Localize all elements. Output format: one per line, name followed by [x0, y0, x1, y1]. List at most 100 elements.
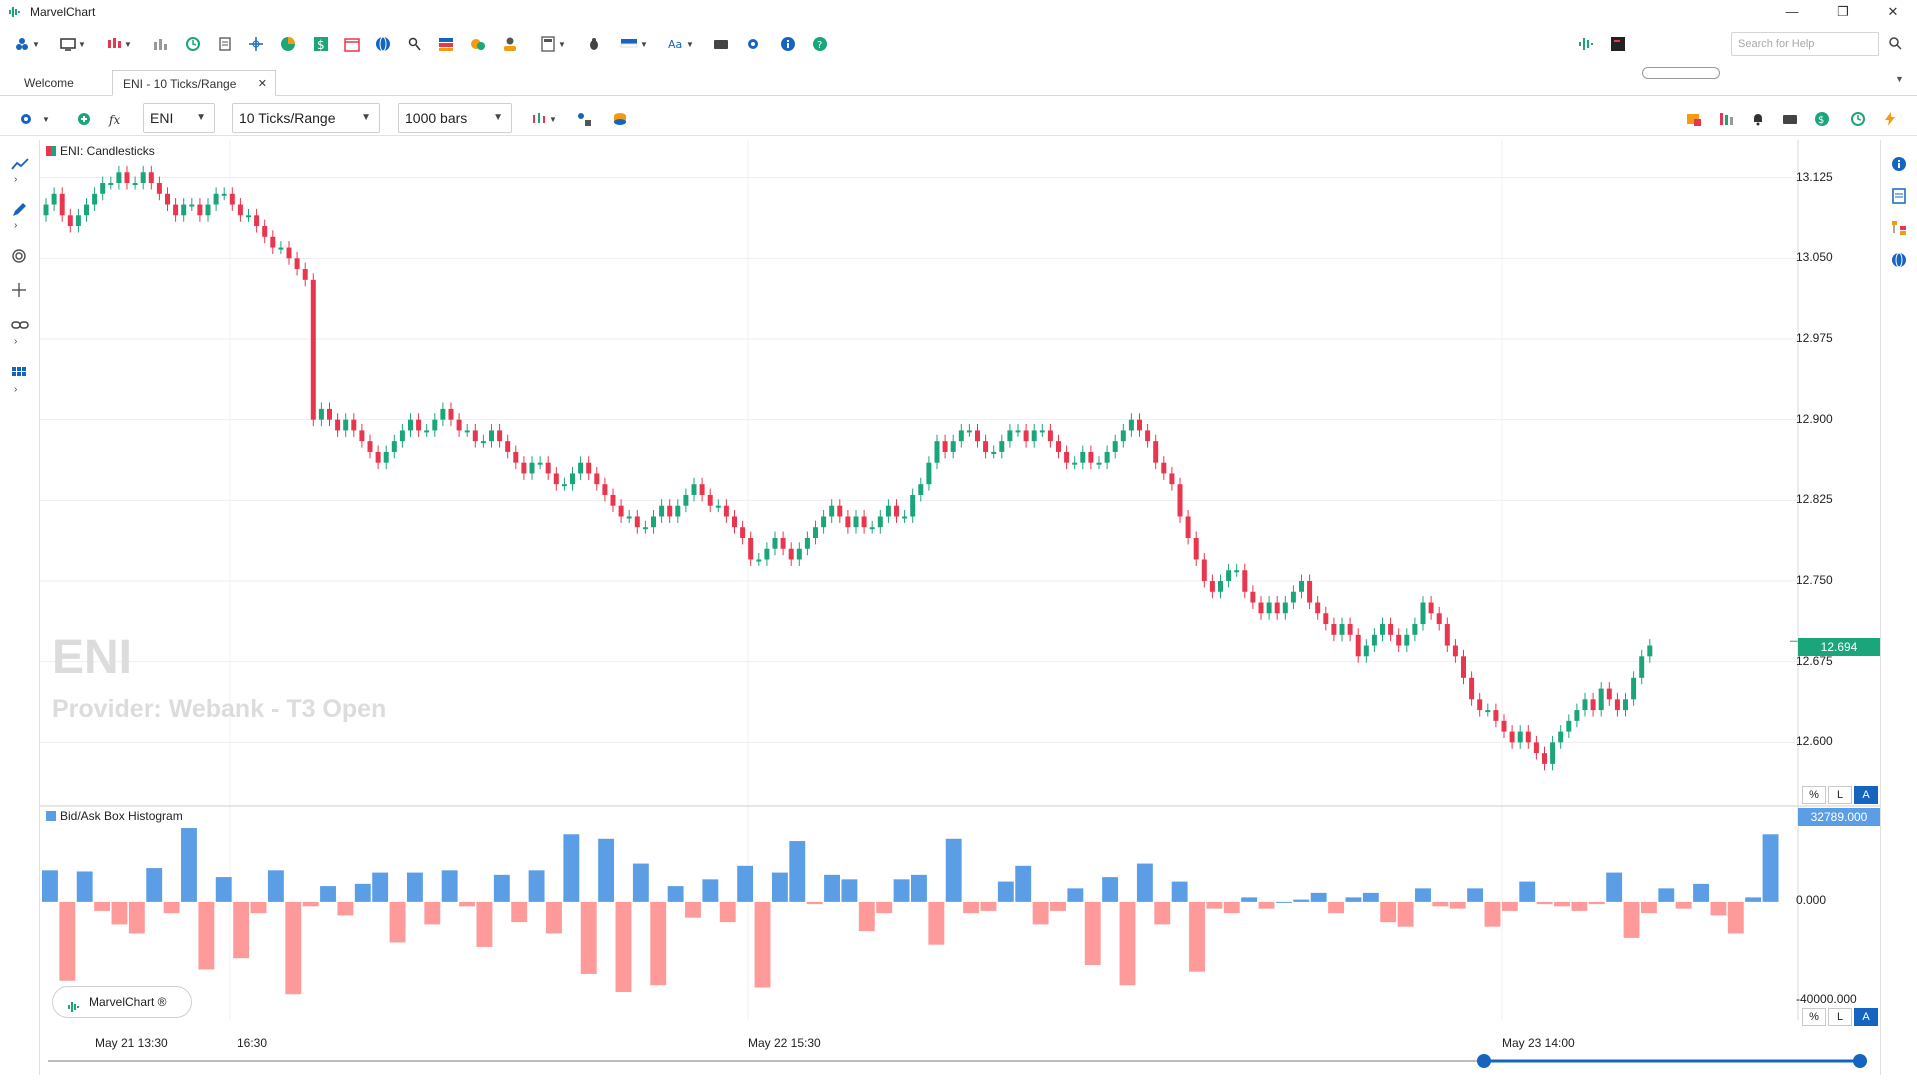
- tab-welcome[interactable]: Welcome: [14, 70, 84, 96]
- search-icon[interactable]: [1888, 36, 1902, 53]
- user-search-icon[interactable]: [406, 34, 422, 54]
- chart-canvas[interactable]: [40, 140, 1880, 1075]
- histogram-bar: [824, 874, 840, 902]
- history-icon[interactable]: [1850, 109, 1866, 129]
- candle-body: [570, 473, 575, 485]
- hist-panel-title[interactable]: Bid/Ask Box Histogram: [46, 809, 183, 823]
- info-icon[interactable]: [780, 34, 796, 54]
- candle: [497, 423, 503, 448]
- candle: [707, 488, 713, 513]
- histogram-bar: [250, 901, 267, 914]
- tab-eni-chart[interactable]: ENI - 10 Ticks/Range ✕: [112, 70, 276, 96]
- candle-body: [780, 537, 786, 549]
- price-panel-title[interactable]: ENI: Candlesticks: [46, 144, 155, 158]
- chart-area[interactable]: ENI: Candlesticks ENI Provider: Webank -…: [40, 140, 1880, 1075]
- alerts-icon[interactable]: [470, 34, 486, 54]
- histogram-bar: [1432, 901, 1449, 907]
- settings-icon[interactable]: [745, 34, 761, 54]
- calendar-icon[interactable]: [344, 34, 360, 54]
- help-icon[interactable]: ?: [812, 34, 828, 54]
- maximize-button[interactable]: ❐: [1823, 2, 1863, 22]
- lightning-icon[interactable]: [1882, 109, 1898, 129]
- pie-chart-icon[interactable]: [280, 34, 296, 54]
- document-icon[interactable]: [217, 34, 233, 54]
- link-icon[interactable]: [11, 318, 29, 335]
- svg-text:fx: fx: [108, 113, 120, 127]
- candle-body: [424, 430, 430, 433]
- news-icon[interactable]: [438, 34, 454, 54]
- candle-body: [675, 505, 681, 517]
- tab-close-icon[interactable]: ✕: [258, 71, 267, 97]
- terminal-icon[interactable]: [1610, 34, 1626, 54]
- candle: [667, 499, 673, 523]
- candle-body: [472, 430, 478, 442]
- bars-count-combo[interactable]: 1000 bars ▼: [398, 103, 512, 133]
- help-search-input[interactable]: Search for Help: [1731, 32, 1879, 56]
- grid-icon[interactable]: [11, 366, 27, 385]
- hist-scale-auto-button[interactable]: A: [1854, 1008, 1878, 1026]
- add-indicator-icon[interactable]: [76, 109, 92, 129]
- flag-menu-icon[interactable]: ▼: [620, 34, 648, 54]
- currency-icon[interactable]: $: [1814, 109, 1830, 129]
- calculator-menu-icon[interactable]: ▼: [540, 34, 566, 54]
- period-combo[interactable]: 10 Ticks/Range ▼: [232, 103, 380, 133]
- bars-chevron-icon: ▼: [493, 112, 503, 123]
- candle: [796, 542, 802, 566]
- chart-settings-icon[interactable]: ▼: [18, 109, 50, 129]
- globe-panel-icon[interactable]: [1891, 252, 1907, 271]
- candle-body: [148, 172, 154, 184]
- expand-chevron-icon[interactable]: ›: [14, 174, 17, 185]
- tab-list-chevron-icon[interactable]: ▼: [1895, 74, 1904, 84]
- workspace-menu-icon[interactable]: ▼: [14, 34, 40, 54]
- chart-style-menu-icon[interactable]: ▼: [531, 109, 557, 129]
- formula-icon[interactable]: fx: [108, 109, 124, 129]
- minimize-button[interactable]: —: [1772, 2, 1812, 22]
- objects-icon[interactable]: [576, 109, 592, 129]
- bell-icon[interactable]: [1750, 109, 1766, 129]
- list-panel-icon[interactable]: [1891, 188, 1907, 207]
- histogram-bar: [598, 838, 615, 902]
- bars-icon[interactable]: [152, 34, 168, 54]
- histogram-bar: [1293, 899, 1310, 902]
- tree-panel-icon[interactable]: [1891, 220, 1907, 239]
- candle: [318, 402, 324, 427]
- candle-body: [618, 505, 624, 517]
- refresh-icon[interactable]: [185, 34, 201, 54]
- price-scale-log-button[interactable]: L: [1828, 786, 1852, 804]
- price-scale-auto-button[interactable]: A: [1854, 786, 1878, 804]
- candle-body: [1323, 613, 1329, 625]
- hist-scale-log-button[interactable]: L: [1828, 1008, 1852, 1026]
- monitor-menu-icon[interactable]: ▼: [60, 34, 86, 54]
- chart-type-menu-icon[interactable]: ▼: [106, 34, 132, 54]
- account-icon[interactable]: [502, 34, 518, 54]
- expand-chevron-icon[interactable]: ›: [14, 336, 17, 347]
- template-icon[interactable]: [612, 109, 628, 129]
- expand-chevron-icon[interactable]: ›: [14, 384, 17, 395]
- brand-badge[interactable]: MarvelChart ®: [52, 986, 192, 1018]
- bug-icon[interactable]: [586, 34, 602, 54]
- candle: [173, 198, 179, 222]
- hist-scale-percent-button[interactable]: %: [1802, 1008, 1826, 1026]
- ticket-icon[interactable]: [1782, 109, 1798, 129]
- pencil-icon[interactable]: [11, 202, 27, 221]
- close-window-button[interactable]: ✕: [1873, 2, 1913, 22]
- price-scale-percent-button[interactable]: %: [1802, 786, 1826, 804]
- font-menu-icon[interactable]: Aa ▼: [668, 34, 694, 54]
- dollar-icon[interactable]: $: [313, 34, 329, 54]
- candle-body: [181, 204, 187, 216]
- depth-icon[interactable]: [1718, 109, 1734, 129]
- candle-body: [788, 548, 794, 560]
- histogram-bar: [1571, 901, 1588, 911]
- candle: [1380, 617, 1385, 642]
- fingerprint-icon[interactable]: [11, 248, 27, 267]
- info-panel-icon[interactable]: [1891, 156, 1907, 175]
- globe-icon[interactable]: [375, 34, 391, 54]
- layout-icon[interactable]: [1686, 109, 1702, 129]
- signal-icon[interactable]: [1578, 34, 1594, 54]
- expand-chevron-icon[interactable]: ›: [14, 220, 17, 231]
- crosshair-icon[interactable]: [248, 34, 264, 54]
- crosshair-tool-icon[interactable]: [11, 282, 27, 301]
- keyboard-icon[interactable]: [713, 34, 729, 54]
- trend-line-icon[interactable]: [11, 156, 29, 175]
- symbol-combo[interactable]: ENI ▼: [143, 103, 215, 133]
